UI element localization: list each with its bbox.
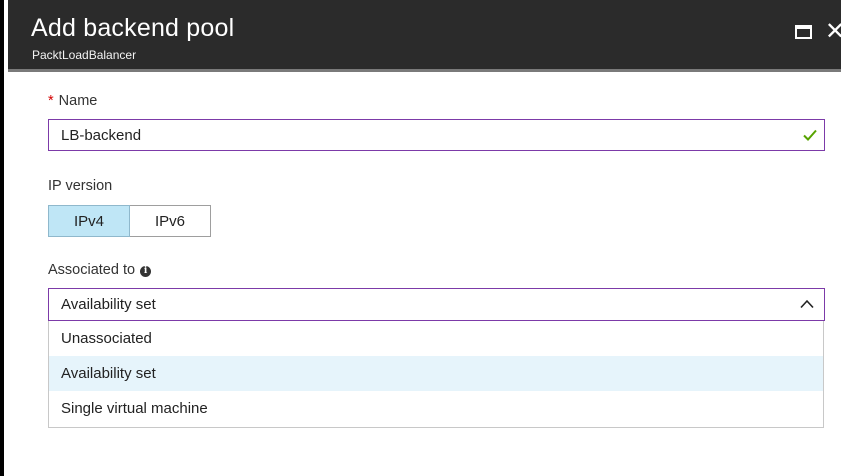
ip-version-option-ipv4[interactable]: IPv4 bbox=[48, 205, 130, 237]
option-unassociated[interactable]: Unassociated bbox=[49, 321, 823, 356]
blade-frame: Add backend pool PacktLoadBalancer ✕ * Na… bbox=[0, 0, 841, 476]
option-single-virtual-machine[interactable]: Single virtual machine bbox=[49, 391, 823, 426]
blade-subtitle: PacktLoadBalancer bbox=[32, 48, 137, 62]
associated-to-options-list: Unassociated Availability set Single vir… bbox=[48, 321, 824, 428]
close-button[interactable]: ✕ bbox=[823, 20, 841, 44]
blade-header: Add backend pool PacktLoadBalancer ✕ bbox=[8, 0, 841, 72]
checkmark-icon bbox=[803, 129, 817, 141]
ip-version-label: IP version bbox=[48, 178, 113, 194]
associated-to-selected-value: Availability set bbox=[61, 296, 156, 313]
maximize-icon bbox=[794, 25, 812, 39]
blade-title: Add backend pool bbox=[31, 14, 235, 42]
maximize-button[interactable] bbox=[791, 20, 815, 44]
associated-to-label: Associated to bbox=[48, 262, 136, 278]
close-icon: ✕ bbox=[824, 18, 841, 45]
name-input[interactable]: LB-backend bbox=[48, 119, 825, 151]
name-label: Name bbox=[58, 93, 98, 109]
associated-to-label-row: Associated to i bbox=[48, 262, 152, 278]
required-indicator: * bbox=[48, 93, 54, 109]
name-label-row: * Name bbox=[48, 93, 97, 109]
name-input-value: LB-backend bbox=[61, 126, 142, 144]
chevron-up-icon bbox=[800, 299, 814, 309]
ip-version-option-ipv6[interactable]: IPv6 bbox=[130, 205, 211, 237]
ip-version-toggle: IPv4 IPv6 bbox=[48, 205, 211, 237]
associated-to-dropdown[interactable]: Availability set bbox=[48, 288, 825, 321]
info-icon[interactable]: i bbox=[140, 266, 152, 277]
option-availability-set[interactable]: Availability set bbox=[49, 356, 823, 391]
